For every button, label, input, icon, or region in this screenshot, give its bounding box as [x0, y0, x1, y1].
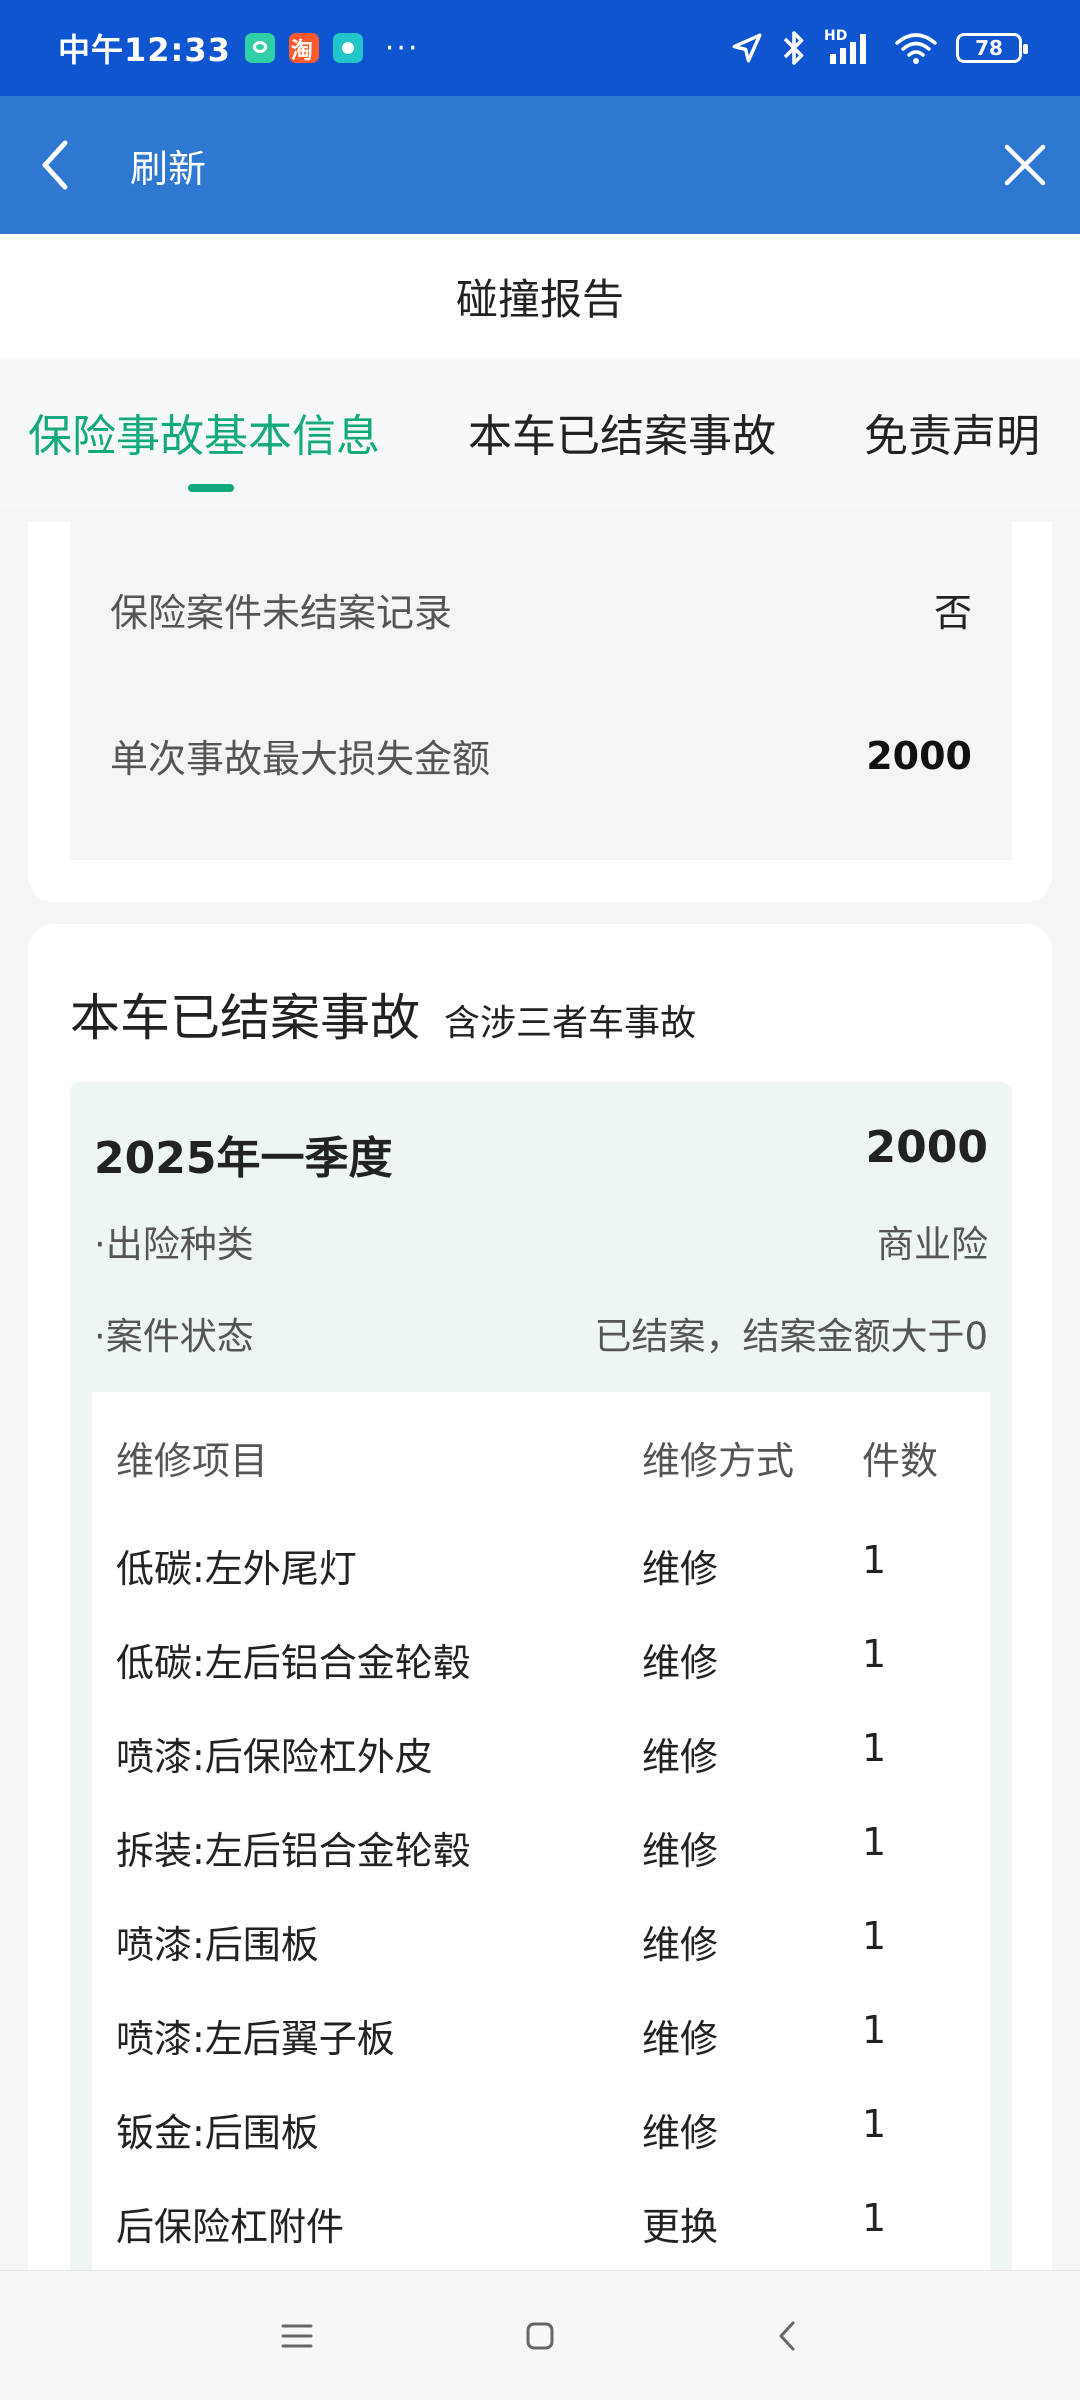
detail-label: ·案件状态	[94, 1315, 254, 1358]
info-row-open-cases: 保险案件未结案记录 否	[110, 582, 972, 637]
repair-count: 1	[862, 1820, 887, 1864]
more-notifications-icon: ···	[384, 30, 420, 66]
repair-table-header: 维修项目 维修方式 件数	[92, 1430, 990, 1490]
claim-detail-insurance-type: ·出险种类 商业险	[94, 1214, 988, 1268]
signal-icon: HD	[824, 28, 876, 66]
claim-record: 2025年一季度 2000 ·出险种类 商业险 ·案件状态 已结案，结案金额大于…	[70, 1082, 1012, 2400]
close-button[interactable]	[970, 96, 1080, 234]
repair-method: 维修	[642, 1735, 719, 1779]
repair-count: 1	[862, 2102, 887, 2146]
info-label: 单次事故最大损失金额	[110, 737, 491, 781]
repair-item: 低碳:左后铝合金轮毂	[116, 1641, 471, 1685]
table-row: 喷漆:后保险杠外皮 维修 1	[92, 1726, 990, 1786]
taobao-app-icon	[288, 33, 319, 65]
claim-amount: 2000	[865, 1122, 988, 1173]
repair-method: 维修	[642, 1829, 719, 1873]
repair-count: 1	[862, 1914, 887, 1958]
repair-count: 1	[862, 1726, 887, 1770]
repair-item: 喷漆:后保险杠外皮	[116, 1735, 433, 1779]
battery-level: 78	[975, 36, 1003, 60]
repair-method: 维修	[642, 2111, 719, 2155]
repair-table: 维修项目 维修方式 件数 低碳:左外尾灯 维修 1 低碳:左后铝合金轮毂 维修 …	[92, 1392, 990, 2400]
notification-app-icon	[332, 33, 363, 63]
basic-info-panel: 保险案件未结案记录 否 单次事故最大损失金额 2000	[70, 522, 1012, 860]
repair-method: 更换	[642, 2205, 719, 2249]
battery-icon: 78	[956, 33, 1028, 63]
claim-detail-case-status: ·案件状态 已结案，结案金额大于0	[94, 1306, 988, 1360]
table-row: 低碳:左外尾灯 维修 1	[92, 1538, 990, 1598]
status-time: 中午12:33	[58, 31, 231, 69]
info-label: 保险案件未结案记录	[110, 591, 453, 635]
table-row: 拆装:左后铝合金轮毂 维修 1	[92, 1820, 990, 1880]
repair-method: 维修	[642, 1547, 719, 1591]
message-app-icon	[244, 33, 275, 63]
tab-label: 保险事故基本信息	[28, 411, 380, 462]
repair-item: 喷漆:左后翼子板	[116, 2017, 395, 2061]
tab-basic-info[interactable]: 保险事故基本信息	[28, 358, 380, 508]
chevron-left-icon	[42, 140, 68, 190]
status-bar: 中午12:33 ··· HD	[0, 0, 1080, 96]
location-icon	[732, 33, 762, 63]
recent-apps-button[interactable]	[262, 2301, 332, 2371]
claim-period: 2025年一季度	[94, 1133, 393, 1184]
table-row: 低碳:左后铝合金轮毂 维修 1	[92, 1632, 990, 1692]
table-row: 喷漆:后围板 维修 1	[92, 1914, 990, 1974]
close-icon	[1004, 144, 1046, 186]
wifi-icon	[895, 33, 937, 64]
section-title-main: 本车已结案事故	[70, 989, 420, 1047]
repair-method: 维修	[642, 2017, 719, 2061]
settled-accidents-card: 本车已结案事故 含涉三者车事故 2025年一季度 2000 ·出险种类 商业险 …	[28, 924, 1052, 2400]
section-title-sub: 含涉三者车事故	[444, 1003, 697, 1044]
status-indicators: HD 78	[730, 28, 1028, 66]
info-value: 否	[933, 591, 972, 635]
tab-disclaimer[interactable]: 免责声明	[864, 358, 1040, 508]
home-button[interactable]	[505, 2301, 575, 2371]
tab-bar: 保险事故基本信息 本车已结案事故 免责声明	[0, 358, 1080, 508]
repair-count: 1	[862, 2008, 887, 2052]
back-triangle-icon	[779, 2321, 795, 2351]
home-icon	[526, 2322, 554, 2350]
header-count: 件数	[862, 1439, 939, 1483]
screen: 中午12:33 ··· HD	[0, 0, 1080, 2400]
repair-item: 后保险杠附件	[116, 2205, 345, 2249]
repair-item: 拆装:左后铝合金轮毂	[116, 1829, 471, 1873]
app-bar: 刷新	[0, 96, 1080, 234]
repair-method: 维修	[642, 1923, 719, 1967]
claim-header: 2025年一季度 2000	[94, 1122, 988, 1186]
repair-method: 维修	[642, 1641, 719, 1685]
repair-count: 1	[862, 1632, 887, 1676]
detail-label: ·出险种类	[94, 1223, 254, 1266]
repair-item: 喷漆:后围板	[116, 1923, 319, 1967]
active-tab-indicator	[188, 484, 234, 492]
tab-label: 免责声明	[864, 411, 1040, 462]
repair-count: 1	[862, 1538, 887, 1582]
header-item: 维修项目	[116, 1439, 269, 1483]
info-value: 2000	[866, 733, 972, 778]
tab-label: 本车已结案事故	[468, 411, 776, 462]
bluetooth-icon	[783, 31, 804, 65]
table-row: 喷漆:左后翼子板 维修 1	[92, 2008, 990, 2068]
tab-settled-accidents[interactable]: 本车已结案事故	[468, 358, 776, 508]
system-nav-bar	[0, 2270, 1080, 2400]
back-button[interactable]	[0, 96, 110, 234]
info-row-max-loss: 单次事故最大损失金额 2000	[110, 728, 972, 783]
basic-info-card: 保险案件未结案记录 否 单次事故最大损失金额 2000	[28, 522, 1052, 902]
repair-item: 钣金:后围板	[116, 2111, 319, 2155]
menu-icon	[281, 2324, 313, 2348]
detail-value: 商业险	[877, 1223, 988, 1266]
header-method: 维修方式	[642, 1439, 795, 1483]
table-row: 后保险杠附件 更换 1	[92, 2196, 990, 2256]
system-back-button[interactable]	[752, 2301, 822, 2371]
refresh-button[interactable]: 刷新	[130, 138, 206, 193]
section-title: 本车已结案事故 含涉三者车事故	[70, 978, 696, 1050]
table-row: 钣金:后围板 维修 1	[92, 2102, 990, 2162]
repair-count: 1	[862, 2196, 887, 2240]
repair-item: 低碳:左外尾灯	[116, 1547, 357, 1591]
detail-value: 已结案，结案金额大于0	[594, 1315, 988, 1358]
page-title: 碰撞报告	[0, 234, 1080, 358]
